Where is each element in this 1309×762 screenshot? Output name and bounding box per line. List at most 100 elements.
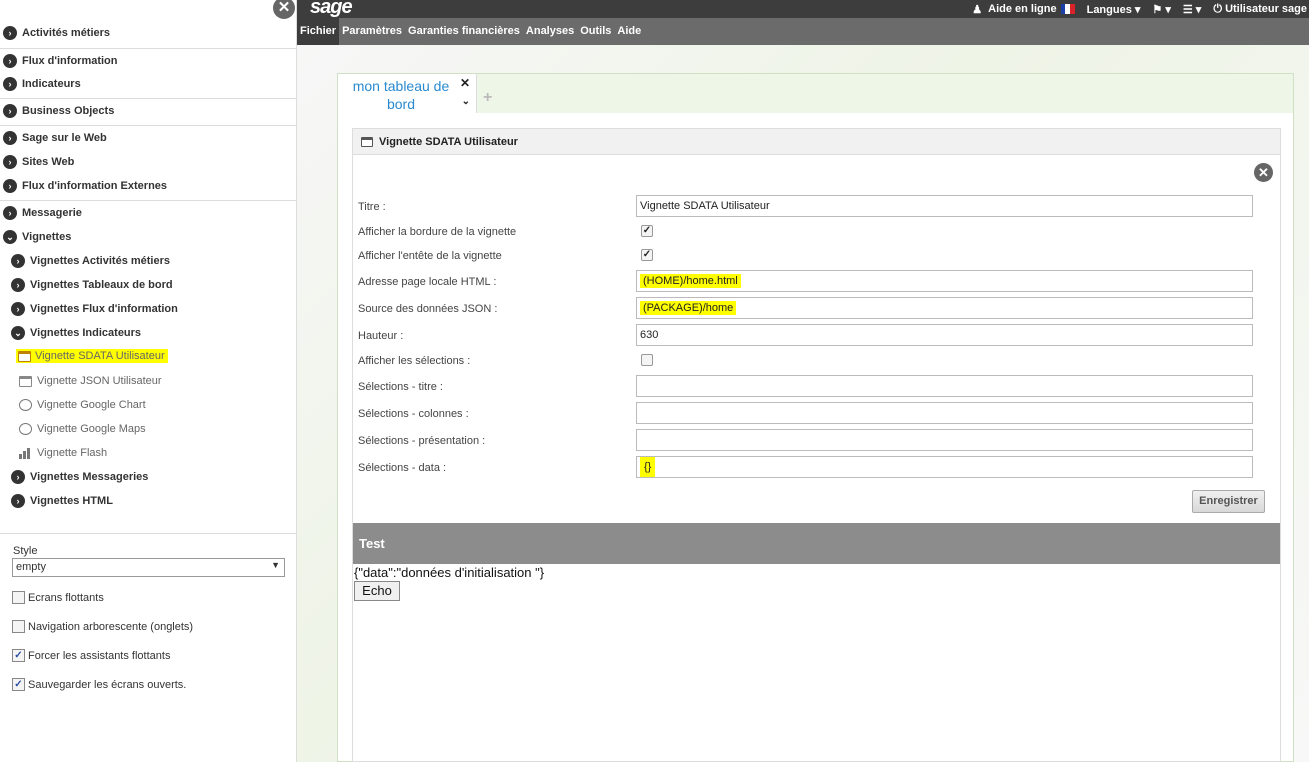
- titre-label: Titre :: [358, 201, 386, 213]
- chevron-right-circle-icon: ›: [3, 130, 17, 145]
- sel-presentation-label: Sélections - présentation :: [358, 435, 486, 447]
- chevron-right-circle-icon: ›: [3, 103, 17, 118]
- close-tab-icon[interactable]: ✕: [460, 76, 470, 90]
- style-select[interactable]: empty ▼: [12, 558, 285, 577]
- menu-parametres[interactable]: Paramètres: [339, 18, 405, 45]
- menu-fichier[interactable]: Fichier: [297, 18, 340, 45]
- sidebar-item-activites-metiers[interactable]: › Activités métiers: [0, 21, 297, 45]
- entete-label: Afficher l'entête de la vignette: [358, 250, 502, 262]
- help-label: Aide en ligne: [988, 3, 1057, 15]
- sel-data-label: Sélections - data :: [358, 462, 447, 474]
- sidebar-leaf-label: Vignette Google Maps: [37, 423, 146, 435]
- sidebar-item-vignettes[interactable]: ⌄ Vignettes: [0, 225, 297, 249]
- window-icon: [361, 136, 373, 147]
- sidebar-item-indicateurs[interactable]: › Indicateurs: [0, 72, 297, 96]
- checkbox-ecrans-flottants[interactable]: Ecrans flottants: [12, 591, 104, 604]
- sidebar-leaf-json-utilisateur[interactable]: Vignette JSON Utilisateur: [0, 370, 297, 392]
- bar-chart-icon: [19, 447, 32, 459]
- entete-checkbox[interactable]: ✓: [641, 249, 653, 261]
- chevron-right-circle-icon: ›: [11, 254, 25, 268]
- sidebar-sub-vignettes-flux[interactable]: › Vignettes Flux d'information: [0, 297, 297, 321]
- adresse-value: (HOME)/home.html: [640, 274, 741, 288]
- sidebar-item-flux-externes[interactable]: › Flux d'information Externes: [0, 174, 297, 198]
- style-label: Style: [13, 545, 38, 557]
- source-input[interactable]: (PACKAGE)/home: [636, 297, 1253, 319]
- echo-button[interactable]: Echo: [354, 581, 400, 601]
- sidebar-item-sage-web[interactable]: › Sage sur le Web: [0, 125, 297, 149]
- dashboard-panel: Vignette SDATA Utilisateur ✕ Titre : Vig…: [337, 113, 1294, 762]
- sel-titre-label: Sélections - titre :: [358, 381, 443, 393]
- sidebar-sub-label: Vignettes Indicateurs: [30, 327, 142, 339]
- sidebar-sub-label: Vignettes Tableaux de bord: [30, 279, 173, 291]
- sidebar-sub-vignettes-messageries[interactable]: › Vignettes Messageries: [0, 465, 297, 489]
- adresse-input[interactable]: (HOME)/home.html: [636, 270, 1253, 292]
- menu-aide[interactable]: Aide: [614, 18, 644, 45]
- source-value: (PACKAGE)/home: [640, 301, 737, 315]
- sidebar-leaf-google-chart[interactable]: Vignette Google Chart: [0, 394, 297, 416]
- sidebar-leaf-google-maps[interactable]: Vignette Google Maps: [0, 418, 297, 440]
- sidebar-sub-vignettes-indicateurs[interactable]: ⌄ Vignettes Indicateurs: [0, 321, 297, 345]
- chevron-right-circle-icon: ›: [11, 278, 25, 292]
- sidebar-item-business-objects[interactable]: › Business Objects: [0, 98, 297, 122]
- sidebar-item-label: Activités métiers: [22, 27, 111, 39]
- menubar: Fichier Paramètres Garanties financières…: [297, 18, 1309, 45]
- hauteur-input[interactable]: 630: [636, 324, 1253, 346]
- help-link[interactable]: ♟ Aide en ligne: [972, 3, 1075, 16]
- style-select-value: empty: [16, 561, 46, 573]
- checkbox-box[interactable]: [12, 591, 25, 604]
- sidebar-sub-vignettes-tableaux[interactable]: › Vignettes Tableaux de bord: [0, 273, 297, 297]
- adresse-label: Adresse page locale HTML :: [358, 276, 497, 288]
- sel-colonnes-input[interactable]: [636, 402, 1253, 424]
- sidebar-item-label: Indicateurs: [22, 78, 81, 90]
- checkbox-sauvegarder-ecrans[interactable]: ✓ Sauvegarder les écrans ouverts.: [12, 678, 186, 691]
- sidebar-leaf-label: Vignette Flash: [37, 447, 108, 459]
- window-icon: [19, 375, 32, 387]
- save-button[interactable]: Enregistrer: [1192, 490, 1265, 513]
- sel-titre-input[interactable]: [636, 375, 1253, 397]
- sidebar-leaf-label: Vignette JSON Utilisateur: [37, 375, 162, 387]
- menu-analyses[interactable]: Analyses: [523, 18, 577, 45]
- sidebar-sub-vignettes-html[interactable]: › Vignettes HTML: [0, 489, 297, 513]
- window-icon: [18, 350, 31, 362]
- chevron-right-circle-icon: ›: [3, 179, 17, 193]
- sidebar-sub-label: Vignettes HTML: [30, 495, 113, 507]
- sidebar-leaf-flash[interactable]: Vignette Flash: [0, 442, 297, 464]
- sidebar-item-flux-information[interactable]: › Flux d'information: [0, 48, 297, 72]
- sidebar-item-sites-web[interactable]: › Sites Web: [0, 150, 297, 174]
- sel-data-input[interactable]: {}: [636, 456, 1253, 478]
- checkbox-label: Sauvegarder les écrans ouverts.: [28, 678, 187, 691]
- user-label: Utilisateur sage: [1225, 2, 1307, 15]
- user-menu[interactable]: ⏻ Utilisateur sage: [1213, 3, 1307, 16]
- checkbox-box-checked[interactable]: ✓: [12, 678, 25, 691]
- chevron-right-circle-icon: ›: [11, 302, 25, 316]
- close-card-icon[interactable]: ✕: [1254, 163, 1273, 182]
- chevron-down-icon[interactable]: ⌄: [462, 96, 470, 107]
- titre-input[interactable]: Vignette SDATA Utilisateur: [636, 195, 1253, 217]
- checkbox-navigation-arborescente[interactable]: Navigation arborescente (onglets): [12, 620, 193, 633]
- sidebar-sub-vignettes-activites[interactable]: › Vignettes Activités métiers: [0, 249, 297, 273]
- add-tab-icon[interactable]: +: [483, 89, 492, 107]
- chevron-right-circle-icon: ›: [3, 26, 17, 40]
- checkbox-box[interactable]: [12, 620, 25, 633]
- source-label: Source des données JSON :: [358, 303, 498, 315]
- sidebar-item-label: Flux d'information Externes: [22, 180, 168, 192]
- topbar: sage ♟ Aide en ligne Langues ▾ ⚑ ▾ ☰ ▾ ⏻…: [297, 0, 1309, 18]
- sidebar-item-label: Sage sur le Web: [22, 131, 107, 144]
- flag-menu-icon[interactable]: ⚑ ▾: [1152, 3, 1170, 16]
- checkbox-forcer-assistants[interactable]: ✓ Forcer les assistants flottants: [12, 649, 170, 662]
- sidebar-leaf-label: Vignette Google Chart: [37, 399, 146, 411]
- bordure-label: Afficher la bordure de la vignette: [358, 226, 517, 238]
- power-icon: ⏻: [1213, 2, 1223, 15]
- selections-checkbox[interactable]: [641, 354, 653, 366]
- hamburger-menu-icon[interactable]: ☰ ▾: [1183, 3, 1201, 16]
- checkbox-box-checked[interactable]: ✓: [12, 649, 25, 662]
- menu-garanties[interactable]: Garanties financières: [405, 18, 523, 45]
- tab-mon-tableau-de-bord[interactable]: mon tableau de bord ✕ ⌄: [338, 74, 477, 114]
- bordure-checkbox[interactable]: ✓: [641, 225, 653, 237]
- languages-menu[interactable]: Langues ▾: [1087, 3, 1141, 16]
- sidebar-leaf-sdata-utilisateur[interactable]: Vignette SDATA Utilisateur: [0, 345, 297, 367]
- sel-presentation-input[interactable]: [636, 429, 1253, 451]
- menu-outils[interactable]: Outils: [577, 18, 614, 45]
- close-sidebar-icon[interactable]: ✕: [273, 0, 295, 19]
- sidebar-item-messagerie[interactable]: › Messagerie: [0, 200, 297, 224]
